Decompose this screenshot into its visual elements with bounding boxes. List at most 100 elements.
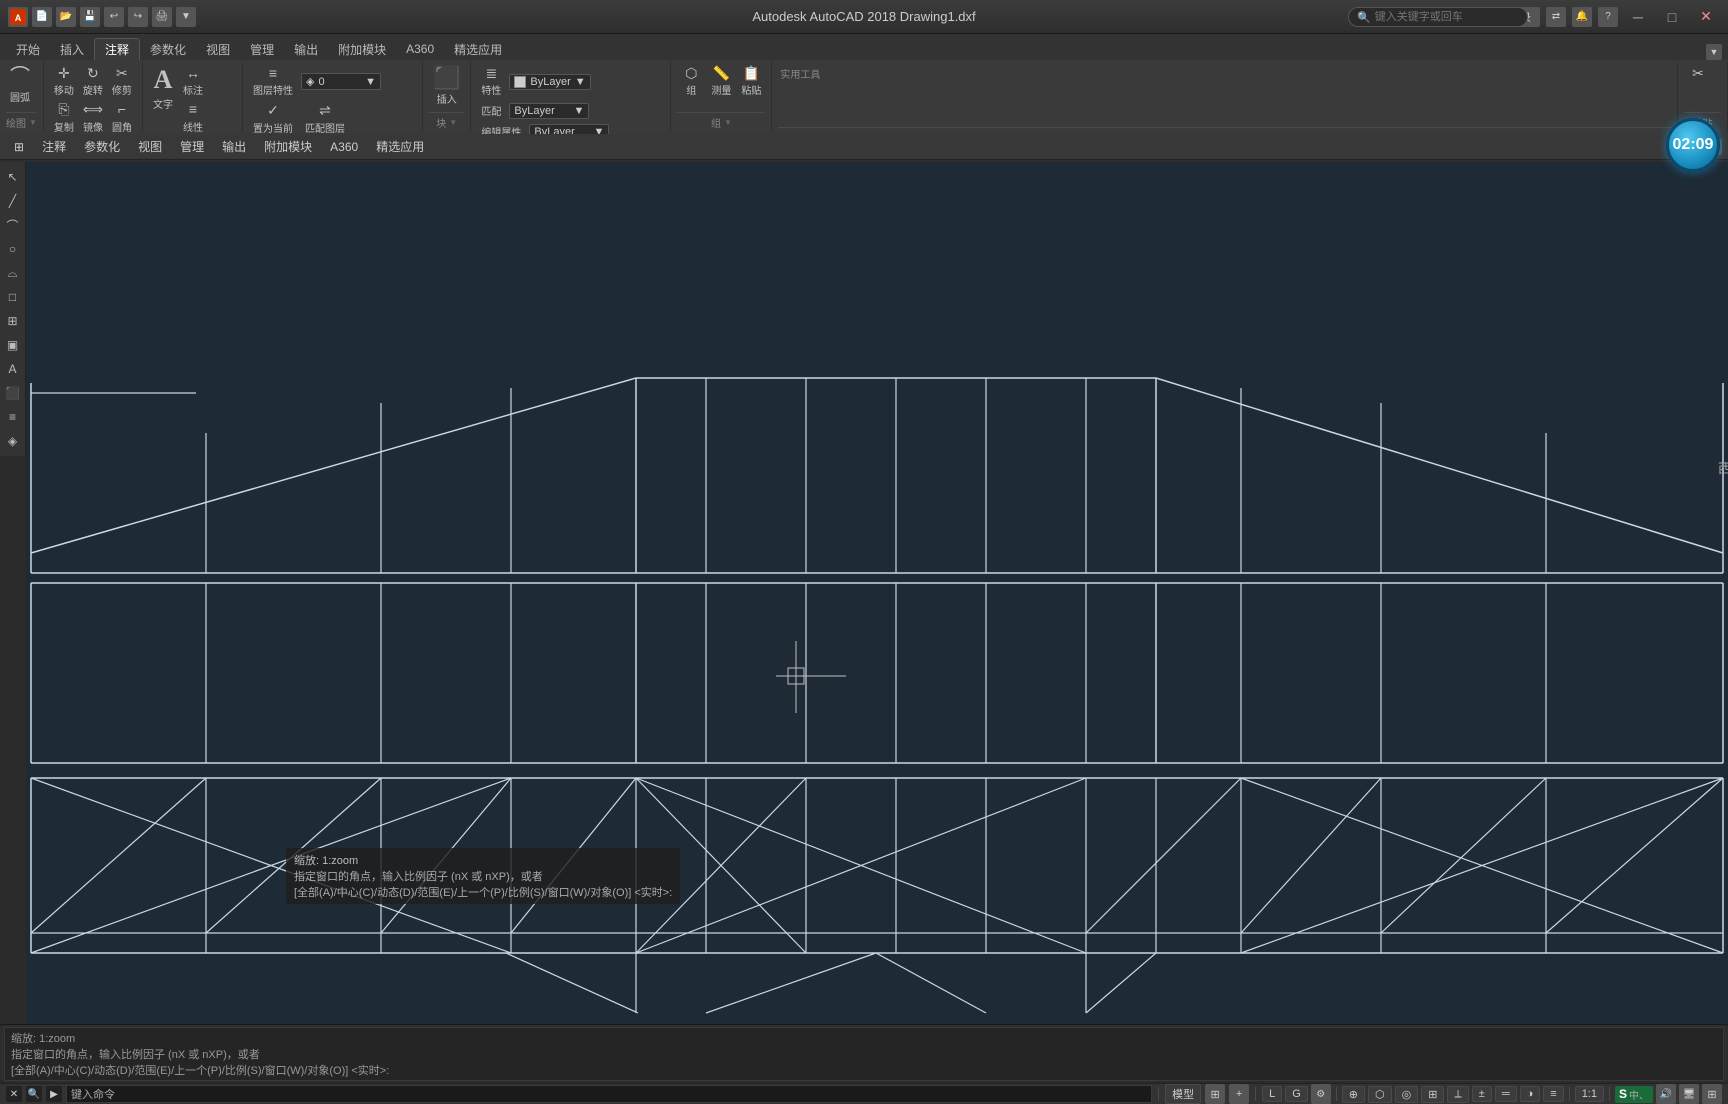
find-button[interactable]: 🔍 xyxy=(26,1086,42,1102)
insert-button[interactable]: ⬛ 插入 xyxy=(429,64,464,108)
copy-button[interactable]: ⎘复制 xyxy=(50,100,78,134)
lt-arc[interactable]: ⌓ xyxy=(2,262,24,284)
paste-button[interactable]: 📋粘贴 xyxy=(737,64,765,99)
bylayer-linetype-dropdown[interactable]: ByLayer ▼ xyxy=(509,103,589,119)
exchange-icon[interactable]: ⇄ xyxy=(1546,7,1566,27)
block-group-label[interactable]: 块 ▼ xyxy=(429,112,464,132)
fillet-button[interactable]: ⌐圆角 xyxy=(108,100,136,134)
snap-mode-button[interactable]: L xyxy=(1262,1086,1282,1102)
lt-hatch[interactable]: ⊞ xyxy=(2,310,24,332)
ime-indicator[interactable]: S 中、 xyxy=(1615,1086,1653,1103)
menu-item-view[interactable]: 视图 xyxy=(130,136,170,157)
match-layer-button[interactable]: ⇌匹配图层 xyxy=(301,101,349,134)
clear-command-button[interactable]: ✕ xyxy=(6,1086,22,1102)
lweight-button[interactable]: ═ xyxy=(1495,1086,1517,1102)
tab-a360[interactable]: A360 xyxy=(396,38,444,60)
qprops-button[interactable]: ≡ xyxy=(1543,1086,1563,1102)
group-button[interactable]: ⬡组 xyxy=(677,64,705,99)
undo-icon[interactable]: ↩ xyxy=(104,7,124,27)
tab-insert[interactable]: 插入 xyxy=(50,38,94,60)
tab-view[interactable]: 视图 xyxy=(196,38,240,60)
lt-text[interactable]: A xyxy=(2,358,24,380)
canvas-area[interactable]: 西 缩放: 1:zoom 指定窗口的角点，输入比例因子 (nX 或 nXP)，或… xyxy=(26,162,1728,1024)
menu-item-a360[interactable]: A360 xyxy=(322,138,366,156)
linetype-button[interactable]: ≡线性 xyxy=(179,100,207,134)
dimension-button[interactable]: ↔标注 xyxy=(179,64,207,99)
text-button[interactable]: A 文字 xyxy=(149,64,177,113)
measure-button[interactable]: 📏测量 xyxy=(707,64,735,99)
menu-item-addins[interactable]: 附加模块 xyxy=(256,136,320,157)
help-icon[interactable]: ? xyxy=(1598,7,1618,27)
lt-region[interactable]: ▣ xyxy=(2,334,24,356)
open-file-icon[interactable]: 📂 xyxy=(56,7,76,27)
move-button[interactable]: ✛移动 xyxy=(50,64,78,99)
edit-attrs-button[interactable]: 编辑属性 xyxy=(477,122,525,134)
clipboard-paste-button[interactable]: ✂ xyxy=(1684,64,1712,83)
osnap-button[interactable]: ◎ xyxy=(1395,1086,1419,1103)
tab-addins[interactable]: 附加模块 xyxy=(328,38,396,60)
polar-button[interactable]: ⬡ xyxy=(1368,1086,1392,1103)
trim-button[interactable]: ✂修剪 xyxy=(108,64,136,99)
lt-circle[interactable]: ○ xyxy=(2,238,24,260)
ortho-button[interactable]: ⊕ xyxy=(1342,1086,1365,1103)
dynin-button[interactable]: ± xyxy=(1472,1086,1492,1102)
lt-polyline[interactable]: ⌒ xyxy=(2,214,24,236)
snap-settings-icon[interactable]: ⚙ xyxy=(1311,1084,1331,1104)
tab-parametric[interactable]: 参数化 xyxy=(140,38,196,60)
menu-item-output[interactable]: 输出 xyxy=(214,136,254,157)
dynucs-button[interactable]: ⟂ xyxy=(1447,1086,1468,1103)
model-button[interactable]: 模型 xyxy=(1165,1084,1201,1104)
search-bar[interactable]: 🔍 xyxy=(1348,7,1528,27)
rotate-button[interactable]: ↻旋转 xyxy=(79,64,107,99)
layer-props-button[interactable]: ≡ 图层特性 xyxy=(249,64,297,99)
layout-grid-icon[interactable]: ⊞ xyxy=(1205,1084,1225,1104)
ribbon-options-icon[interactable]: ▼ xyxy=(1706,44,1722,60)
match-props-button[interactable]: 匹配 xyxy=(477,101,505,120)
tab-annotation[interactable]: 注释 xyxy=(94,38,140,60)
lt-properties[interactable]: ≡ xyxy=(2,406,24,428)
lt-rectangle[interactable]: □ xyxy=(2,286,24,308)
arc-button[interactable]: ⌒ 圆弧 xyxy=(6,64,34,106)
layout-add-icon[interactable]: + xyxy=(1229,1084,1249,1104)
speaker-icon[interactable]: 🔊 xyxy=(1656,1084,1676,1104)
menu-item-parametric[interactable]: 参数化 xyxy=(76,136,128,157)
tab-start[interactable]: 开始 xyxy=(6,38,50,60)
minimize-button[interactable]: ─ xyxy=(1624,6,1652,28)
monitor-icon[interactable]: 🖥 xyxy=(1679,1084,1699,1104)
print-icon[interactable]: 🖨 xyxy=(152,7,172,27)
tab-output[interactable]: 输出 xyxy=(284,38,328,60)
annotation-scale-button[interactable]: 1:1 xyxy=(1575,1086,1604,1102)
draw-group-label[interactable]: 绘图 ▼ xyxy=(6,112,37,132)
transparency-button[interactable]: ◑ xyxy=(1520,1086,1541,1102)
search-input[interactable] xyxy=(1375,11,1515,23)
menu-item-featured[interactable]: 精选应用 xyxy=(368,136,432,157)
otrack-button[interactable]: ⊞ xyxy=(1421,1086,1444,1103)
tab-featured[interactable]: 精选应用 xyxy=(444,38,512,60)
group-group-label[interactable]: 组 ▼ xyxy=(677,112,765,132)
lt-select[interactable]: ↖ xyxy=(2,166,24,188)
mirror-button[interactable]: ⟺镜像 xyxy=(79,100,107,134)
lt-line[interactable]: ╱ xyxy=(2,190,24,212)
new-file-icon[interactable]: 📄 xyxy=(32,7,52,27)
layer-dropdown[interactable]: ◈ 0 ▼ xyxy=(301,73,381,90)
lt-insert[interactable]: ⬛ xyxy=(2,382,24,404)
menu-item-home[interactable]: ⊞ xyxy=(6,138,32,156)
redo-icon[interactable]: ↪ xyxy=(128,7,148,27)
tab-manage[interactable]: 管理 xyxy=(240,38,284,60)
command-history-button[interactable]: ▶ xyxy=(46,1086,62,1102)
props-button[interactable]: ≣ 特性 xyxy=(477,64,505,99)
more-tools-icon[interactable]: ▼ xyxy=(176,7,196,27)
set-current-button[interactable]: ✓置为当前 xyxy=(249,101,297,134)
bylayer-color-dropdown[interactable]: ByLayer ▼ xyxy=(509,74,590,90)
grid-snap-button[interactable]: G xyxy=(1285,1086,1308,1102)
notification-icon[interactable]: 🔔 xyxy=(1572,7,1592,27)
close-button[interactable]: ✕ xyxy=(1692,6,1720,28)
bylayer-lineweight-dropdown[interactable]: ByLayer ▼ xyxy=(529,124,609,134)
save-icon[interactable]: 💾 xyxy=(80,7,100,27)
menu-item-annotation[interactable]: 注释 xyxy=(34,136,74,157)
maximize-button[interactable]: □ xyxy=(1658,6,1686,28)
command-prompt-area[interactable]: 键入命令 xyxy=(66,1085,1152,1103)
lt-layer[interactable]: ◈ xyxy=(2,430,24,452)
settings2-icon[interactable]: ⊞ xyxy=(1702,1084,1722,1104)
menu-item-manage[interactable]: 管理 xyxy=(172,136,212,157)
